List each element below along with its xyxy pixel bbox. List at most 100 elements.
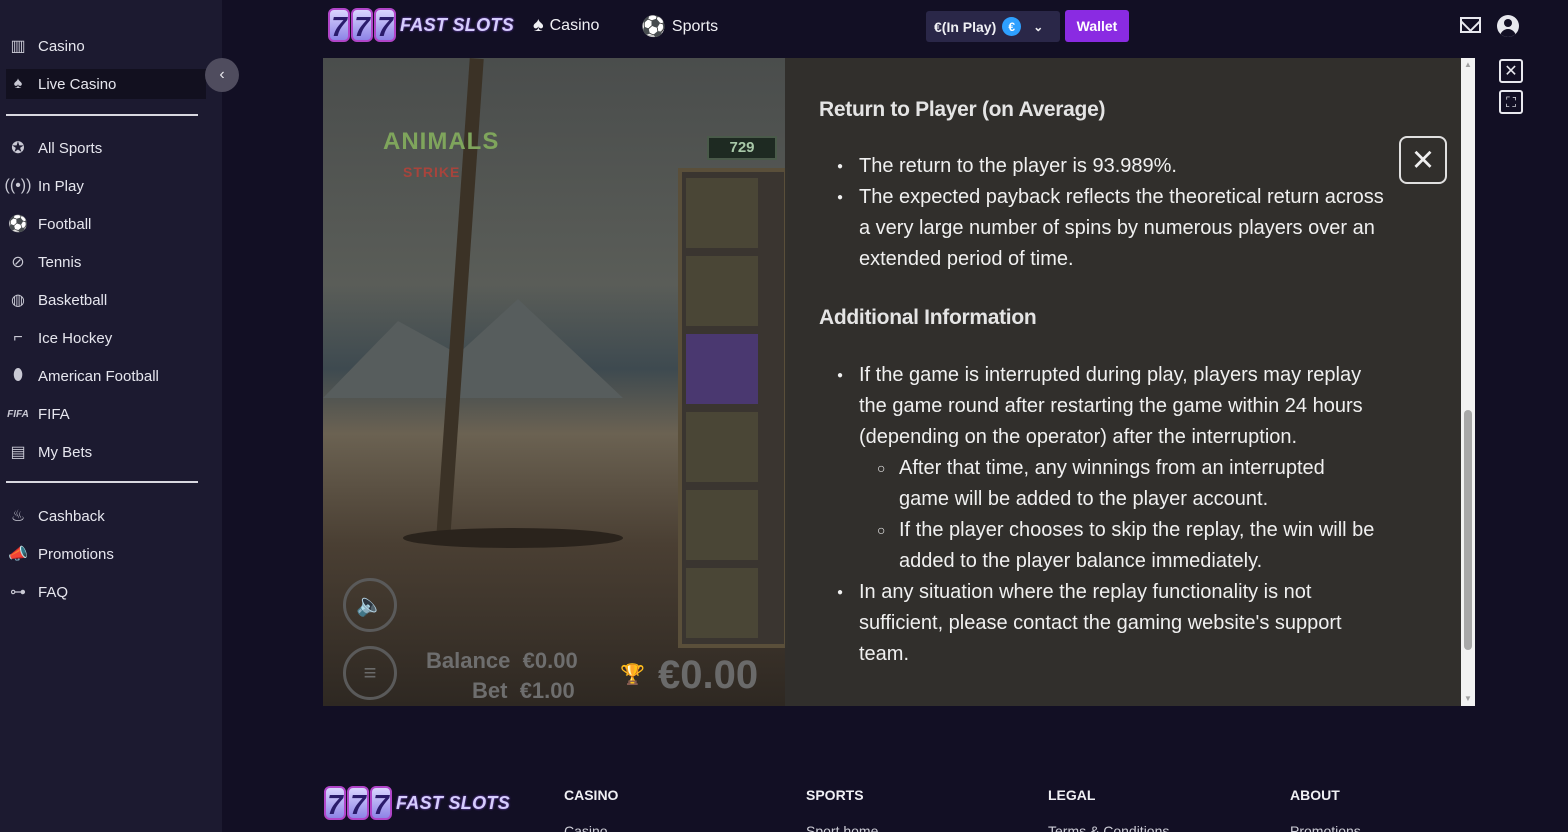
tennis-icon: ⊘: [11, 254, 25, 271]
reel-symbol: [686, 568, 758, 638]
logo-digits: 7 7 7: [328, 8, 396, 42]
hamburger-icon: ≡: [363, 660, 377, 685]
balance-label: Balance: [426, 648, 511, 673]
sidebar-item-promotions[interactable]: 📣 Promotions: [6, 539, 206, 569]
win-amount: €0.00: [658, 653, 759, 697]
game-bet: Bet €1.00: [472, 678, 575, 704]
logo-digit: 7: [370, 786, 392, 820]
game-subtitle: STRIKE: [403, 164, 461, 180]
sidebar-item-american-football[interactable]: ⬮ American Football: [6, 361, 206, 391]
sidebar-item-label: FIFA: [38, 405, 70, 423]
logo-digit: 7: [347, 786, 369, 820]
scroll-down-arrow-icon[interactable]: ▼: [1464, 694, 1472, 703]
footer-link[interactable]: Promotions: [1290, 823, 1361, 832]
slot-reels: [678, 168, 788, 648]
scrollbar-thumb[interactable]: [1464, 410, 1472, 650]
sidebar-item-in-play[interactable]: ((•)) In Play: [4, 171, 206, 201]
balance-label: €(In Play): [934, 18, 997, 35]
footer-link[interactable]: Sport home: [806, 823, 878, 832]
sidebar-item-live-casino[interactable]: ♠ Live Casino: [6, 69, 206, 99]
footer-heading: SPORTS: [806, 787, 864, 803]
spin-counter: 729: [707, 136, 777, 160]
wallet-button[interactable]: Wallet: [1065, 10, 1129, 42]
sidebar-collapse-button[interactable]: ‹: [205, 58, 239, 92]
sidebar-item-fifa[interactable]: FIFA FIFA: [6, 399, 206, 429]
speaker-icon: 🔈: [356, 592, 384, 617]
sidebar-item-all-sports[interactable]: ✪ All Sports: [6, 133, 206, 163]
broadcast-icon: ((•)): [4, 177, 32, 194]
nav-sports-label: Sports: [671, 17, 719, 35]
sound-button[interactable]: 🔈: [343, 578, 397, 632]
sidebar-item-tennis[interactable]: ⊘ Tennis: [6, 247, 206, 277]
logo-digit: 7: [374, 8, 396, 42]
list-item: If the game is interrupted during play, …: [837, 360, 1377, 453]
sidebar-item-label: In Play: [38, 177, 84, 195]
list-item: The return to the player is 93.989%.: [837, 151, 1397, 182]
sidebar-item-label: Football: [38, 215, 92, 233]
sidebar-item-label: Cashback: [38, 507, 105, 525]
footer-column-sports: SPORTS Sport home: [806, 787, 878, 832]
bets-icon: ▤: [10, 444, 26, 461]
close-game-button[interactable]: ✕: [1499, 59, 1523, 83]
footer-link[interactable]: Casino: [564, 823, 618, 832]
nav-sports-link[interactable]: ⚽ Sports: [641, 14, 718, 39]
footer-column-casino: CASINO Casino: [564, 787, 618, 832]
mountain-graphic: [323, 299, 623, 398]
sidebar-item-football[interactable]: ⚽ Football: [6, 209, 206, 239]
user-account-icon[interactable]: [1497, 15, 1519, 37]
sidebar-item-label: Live Casino: [38, 75, 117, 93]
list-item: The expected payback reflects the theore…: [837, 182, 1397, 275]
panel-scrollbar[interactable]: ▲ ▼: [1461, 58, 1475, 706]
logo-digit: 7: [351, 8, 373, 42]
reel-symbol: [686, 178, 758, 248]
game-frame[interactable]: ANIMALS STRIKE 729 🔈 ≡ Balance €0.00 Bet…: [323, 58, 1475, 706]
sidebar-item-casino[interactable]: ▥ Casino: [6, 31, 206, 61]
sidebar-item-label: Promotions: [38, 545, 114, 563]
footer-logo[interactable]: 7 7 7 FAST SLOTS: [324, 786, 510, 820]
basketball-icon: ◍: [11, 292, 25, 309]
sidebar-item-label: All Sports: [38, 139, 103, 157]
footer-link[interactable]: Terms & Conditions: [1048, 823, 1169, 832]
sidebar-item-label: My Bets: [38, 443, 93, 461]
scroll-up-arrow-icon[interactable]: ▲: [1464, 60, 1472, 69]
logo-text: FAST SLOTS: [396, 792, 511, 813]
additional-info-heading: Additional Information: [819, 306, 1037, 329]
fifa-icon: FIFA: [7, 408, 29, 420]
all-sports-icon: ✪: [11, 140, 25, 157]
rtp-list: The return to the player is 93.989%. The…: [837, 151, 1397, 275]
footer-column-about: ABOUT Promotions: [1290, 787, 1361, 832]
panel-close-button[interactable]: ×: [1399, 136, 1447, 184]
football-icon: ⚽: [8, 216, 28, 233]
whistle-icon: ⊶: [10, 584, 26, 601]
footer-heading: CASINO: [564, 787, 619, 803]
sidebar-item-label: Casino: [38, 37, 85, 55]
nav-casino-link[interactable]: ♠ Casino: [533, 14, 599, 37]
sidebar-item-cashback[interactable]: ♨ Cashback: [6, 501, 206, 531]
mail-icon[interactable]: [1460, 17, 1481, 33]
fullscreen-icon: ⛶: [1506, 93, 1516, 110]
flame-icon: ♨: [10, 508, 26, 525]
menu-button[interactable]: ≡: [343, 646, 397, 700]
sidebar-divider: [6, 481, 198, 483]
fullscreen-button[interactable]: ⛶: [1499, 90, 1523, 114]
logo-text: FAST SLOTS: [400, 14, 515, 35]
balance-value: €0.00: [522, 648, 578, 673]
sidebar-item-label: FAQ: [38, 583, 69, 601]
game-title-logo: ANIMALS STRIKE: [383, 128, 499, 184]
hockey-icon: ⌐: [13, 329, 23, 346]
sidebar-item-basketball[interactable]: ◍ Basketball: [6, 285, 206, 315]
game-scene: ANIMALS STRIKE 729 🔈 ≡ Balance €0.00 Bet…: [323, 58, 788, 706]
reel-symbol: [686, 412, 758, 482]
game-info-panel[interactable]: Return to Player (on Average) The return…: [785, 58, 1465, 706]
logo-digit: 7: [324, 786, 346, 820]
sidebar-item-ice-hockey[interactable]: ⌐ Ice Hockey: [6, 323, 206, 353]
sidebar-item-label: Tennis: [38, 253, 82, 271]
site-logo[interactable]: 7 7 7 FAST SLOTS: [328, 8, 514, 42]
sidebar-item-faq[interactable]: ⊶ FAQ: [6, 577, 206, 607]
additional-info-list: If the game is interrupted during play, …: [837, 360, 1377, 670]
sidebar-item-my-bets[interactable]: ▤ My Bets: [6, 437, 206, 467]
balance-dropdown[interactable]: €(In Play) € ⌄: [926, 11, 1060, 42]
beach-table-graphic: [403, 528, 623, 548]
chevron-left-icon: ‹: [219, 66, 225, 83]
footer-column-legal: LEGAL Terms & Conditions: [1048, 787, 1169, 832]
